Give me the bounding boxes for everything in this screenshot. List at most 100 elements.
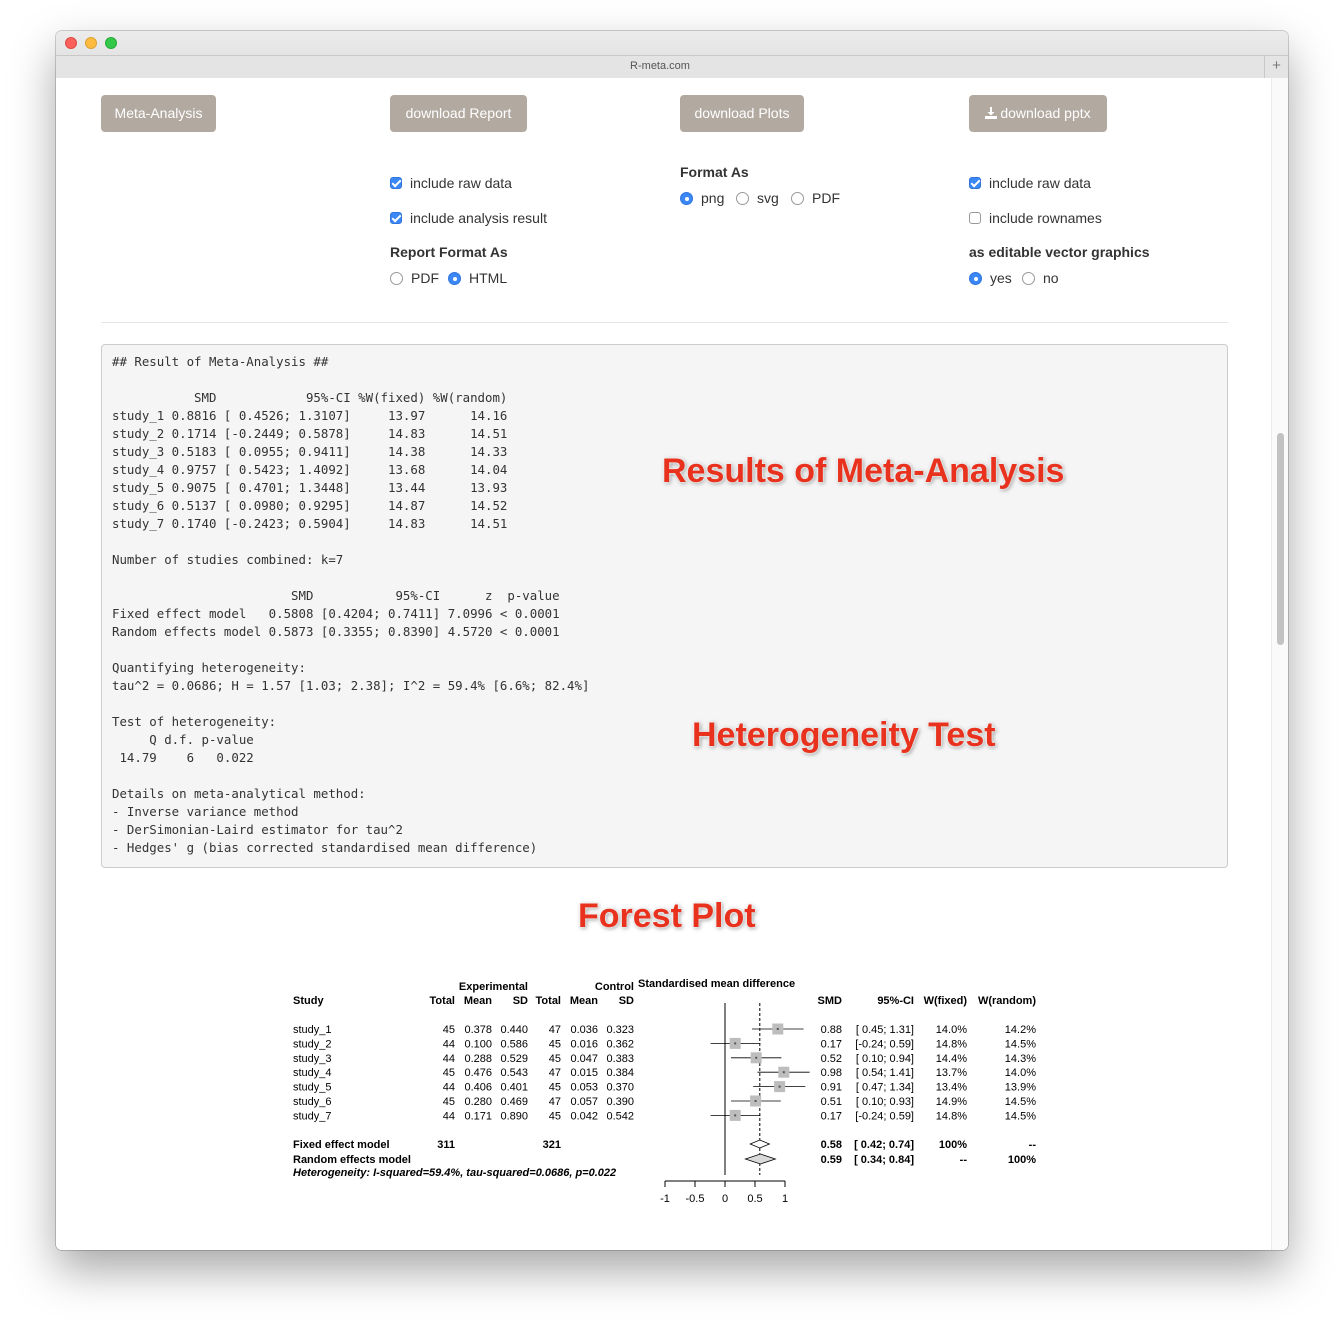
ctrl-sd-value: 0.384 [606,1067,634,1079]
report-html-radio[interactable] [448,272,461,285]
study-wfixed-value: 14.9% [936,1096,967,1108]
pptx-raw-data-checkbox[interactable] [969,177,981,189]
pptx-vector-no-option[interactable]: no [1022,269,1059,287]
control-header: Control [595,981,634,993]
fixed-ci-value: [ 0.42; 0.74] [854,1139,914,1151]
pptx-yes-label: yes [990,270,1012,286]
experimental-header: Experimental [459,981,528,993]
ctrl-total-value: 45 [549,1082,561,1094]
report-raw-data-label: include raw data [410,175,512,191]
ctrl-total-value: 45 [549,1053,561,1065]
ctrl-mean-value: 0.036 [570,1024,598,1036]
study-col-header: Study [293,995,324,1007]
forest-plot-annotation: Forest Plot [578,897,756,935]
ctrl-sd-value: 0.362 [606,1038,634,1050]
exp-mean-value: 0.476 [464,1067,492,1079]
study-wrandom-value: 14.5% [1005,1110,1036,1122]
exp-total-value: 44 [443,1038,455,1050]
ctrl-sd-value: 0.323 [606,1024,634,1036]
page-content: Meta-Analysis download Report download P… [56,78,1288,1250]
plot-format-svg-option[interactable]: svg [736,189,779,207]
download-report-button[interactable]: download Report [390,95,527,132]
tab-title[interactable]: R-meta.com [56,60,1264,72]
study-wrandom-value: 14.0% [1005,1067,1036,1079]
pptx-include-rownames-option[interactable]: include rownames [969,209,1102,227]
x-tick-label: 0 [722,1193,728,1205]
smd-title-header: Standardised mean difference [638,978,795,990]
exp-total-value: 44 [443,1110,455,1122]
report-format-html-option[interactable]: HTML [448,269,507,287]
download-icon [985,107,998,119]
study-effect-square [750,1052,762,1064]
report-include-analysis-option[interactable]: include analysis result [390,209,547,227]
ctrl-sd-value: 0.370 [606,1082,634,1094]
study-name: study_2 [293,1038,332,1050]
plot-format-pdf-option[interactable]: PDF [791,189,840,207]
ctrl-sd-value: 0.383 [606,1053,634,1065]
minimize-window-button[interactable] [85,37,97,49]
ctrl-sd-value: 0.542 [606,1110,634,1122]
download-plots-button[interactable]: download Plots [680,95,804,132]
plot-png-radio[interactable] [680,192,693,205]
report-raw-data-checkbox[interactable] [390,177,402,189]
report-analysis-checkbox[interactable] [390,212,402,224]
report-pdf-radio[interactable] [390,272,403,285]
exp-mean-value: 0.288 [464,1053,492,1065]
exp-sd-value: 0.469 [500,1096,528,1108]
exp-total-value: 45 [443,1096,455,1108]
scrollbar-thumb[interactable] [1277,433,1284,645]
pptx-vector-yes-option[interactable]: yes [969,269,1012,287]
x-tick-label: -1 [660,1193,670,1205]
exp-mean-value: 0.280 [464,1096,492,1108]
study-smd-value: 0.88 [821,1024,842,1036]
exp-sd-value: 0.401 [500,1082,528,1094]
pptx-no-radio[interactable] [1022,272,1035,285]
study-wfixed-value: 13.7% [936,1067,967,1079]
report-format-label: Report Format As [390,244,508,260]
ctrl-total-value: 47 [549,1067,561,1079]
exp-sd-header: SD [513,995,528,1007]
exp-sd-value: 0.440 [500,1024,528,1036]
report-format-pdf-option[interactable]: PDF [390,269,439,287]
exp-mean-value: 0.378 [464,1024,492,1036]
exp-total-value: 44 [443,1053,455,1065]
close-window-button[interactable] [65,37,77,49]
tab-strip: R-meta.com + [56,55,1288,78]
plot-svg-radio[interactable] [736,192,749,205]
study-smd-value: 0.17 [821,1038,842,1050]
study-effect-square [729,1109,741,1121]
pptx-include-raw-data-option[interactable]: include raw data [969,174,1091,192]
ctrl-mean-value: 0.042 [570,1110,598,1122]
study-name: study_7 [293,1110,332,1122]
study-effect-point [778,1085,781,1088]
section-divider [101,322,1228,323]
study-wfixed-value: 14.4% [936,1053,967,1065]
maximize-window-button[interactable] [105,37,117,49]
meta-analysis-button[interactable]: Meta-Analysis [101,95,216,132]
title-bar: R-meta.com + [56,31,1288,78]
study-name: study_1 [293,1024,332,1036]
study-smd-value: 0.52 [821,1053,842,1065]
new-tab-button[interactable]: + [1264,56,1288,78]
study-wrandom-value: 13.9% [1005,1082,1036,1094]
exp-sd-value: 0.529 [500,1053,528,1065]
plot-pdf-radio[interactable] [791,192,804,205]
plot-pdf-label: PDF [812,190,840,206]
ctrl-total-header: Total [536,995,561,1007]
study-effect-point [754,1100,757,1102]
study-ci-value: [ 0.45; 1.31] [856,1024,914,1036]
x-tick-label: 1 [782,1193,788,1205]
study-wrandom-value: 14.5% [1005,1038,1036,1050]
ctrl-mean-value: 0.016 [570,1038,598,1050]
study-smd-value: 0.17 [821,1110,842,1122]
vertical-scrollbar[interactable] [1271,78,1288,1250]
exp-mean-header: Mean [464,995,492,1007]
report-include-raw-data-option[interactable]: include raw data [390,174,512,192]
plot-format-png-option[interactable]: png [680,189,724,207]
pptx-rownames-checkbox[interactable] [969,212,981,224]
download-pptx-button[interactable]: download pptx [969,95,1107,132]
study-name: study_4 [293,1067,332,1079]
fixed-wrandom-value: -- [1029,1139,1037,1151]
heterogeneity-annotation: Heterogeneity Test [692,716,996,754]
pptx-yes-radio[interactable] [969,272,982,285]
